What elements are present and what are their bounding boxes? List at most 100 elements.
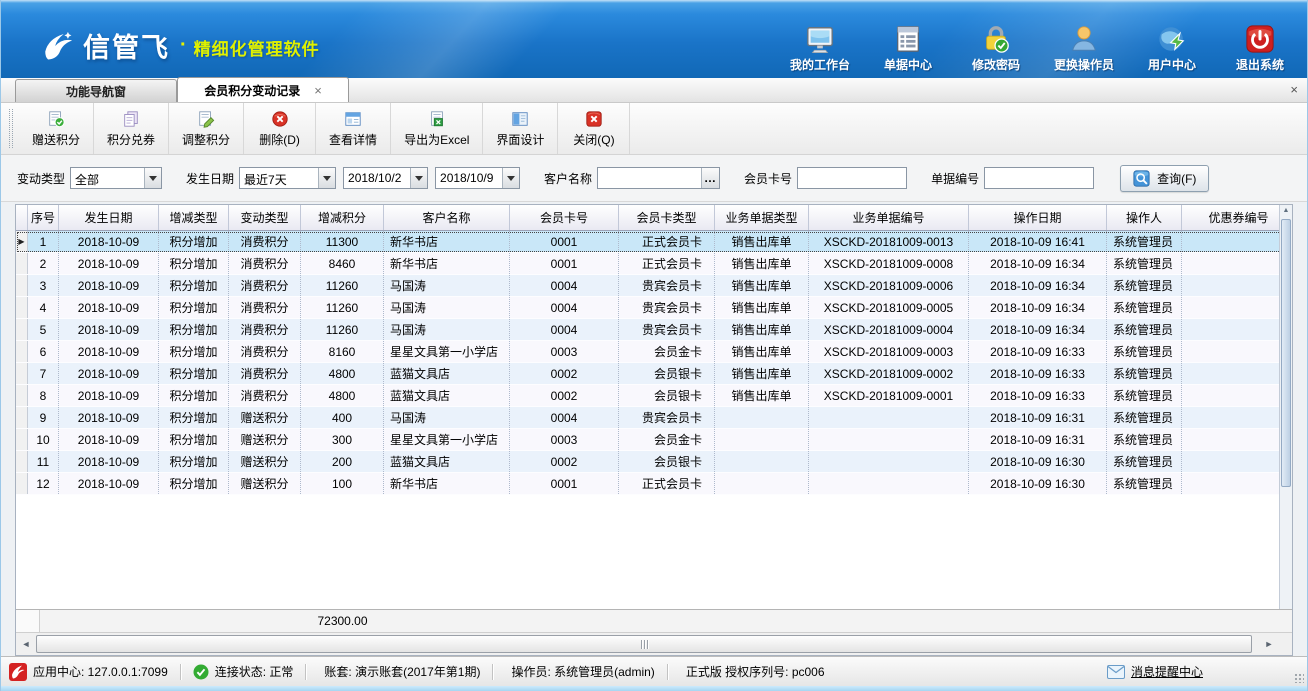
- change-type-select[interactable]: 全部: [70, 167, 162, 189]
- col-header-doc_type[interactable]: 业务单据类型: [715, 205, 809, 230]
- tab-close-icon[interactable]: ×: [314, 83, 322, 98]
- cell-customer: 蓝猫文具店: [384, 451, 510, 472]
- nav-my-workstation[interactable]: 我的工作台: [789, 24, 851, 73]
- horizontal-scroll-thumb[interactable]: [36, 635, 1252, 653]
- tab-member-points-record[interactable]: 会员积分变动记录 ×: [177, 77, 349, 102]
- resize-grip[interactable]: [1294, 673, 1304, 683]
- cell-change_type: 赠送积分: [229, 451, 301, 472]
- col-header-op_date[interactable]: 操作日期: [969, 205, 1107, 230]
- adjust-points-icon: [197, 110, 215, 128]
- table-row[interactable]: 22018-10-09积分增加消费积分8460新华书店0001正式会员卡销售出库…: [16, 253, 1292, 275]
- scroll-right-icon[interactable]: ►: [1260, 635, 1278, 653]
- table-row[interactable]: ▶12018-10-09积分增加消费积分11300新华书店0001正式会员卡销售…: [16, 231, 1292, 253]
- nav-exit-system[interactable]: 退出系统: [1229, 24, 1291, 73]
- toolbar-grip[interactable]: [9, 109, 13, 148]
- table-row[interactable]: 122018-10-09积分增加赠送积分100新华书店0001正式会员卡2018…: [16, 473, 1292, 495]
- row-indicator: [16, 297, 28, 318]
- col-header-operator[interactable]: 操作人: [1107, 205, 1182, 230]
- toolbar-close-button[interactable]: 关闭(Q): [558, 103, 630, 154]
- col-header-doc_no[interactable]: 业务单据编号: [809, 205, 969, 230]
- toolbar-adjust-points-button[interactable]: 调整积分: [169, 103, 244, 154]
- table-row[interactable]: 42018-10-09积分增加消费积分11260马国涛0004贵宾会员卡销售出库…: [16, 297, 1292, 319]
- horizontal-scrollbar[interactable]: ◄ ►: [16, 633, 1292, 655]
- tabstrip-close-icon[interactable]: ×: [1290, 82, 1298, 97]
- cell-doc_no: XSCKD-20181009-0004: [809, 319, 969, 340]
- chevron-down-icon[interactable]: [318, 168, 335, 188]
- doc-no-field[interactable]: [985, 168, 1093, 188]
- date-range-select[interactable]: 最近7天: [239, 167, 336, 189]
- table-row[interactable]: 62018-10-09积分增加消费积分8160星星文具第一小学店0003会员金卡…: [16, 341, 1292, 363]
- vertical-scroll-thumb[interactable]: [1281, 219, 1291, 487]
- table-row[interactable]: 92018-10-09积分增加赠送积分400马国涛0004贵宾会员卡2018-1…: [16, 407, 1292, 429]
- chevron-down-icon[interactable]: [144, 168, 161, 188]
- cell-customer: 马国涛: [384, 407, 510, 428]
- col-header-customer[interactable]: 客户名称: [384, 205, 510, 230]
- toolbar-ui-design-button[interactable]: 界面设计: [483, 103, 558, 154]
- monitor-icon: [805, 24, 835, 54]
- table-row[interactable]: 32018-10-09积分增加消费积分11260马国涛0004贵宾会员卡销售出库…: [16, 275, 1292, 297]
- nav-label: 更换操作员: [1054, 56, 1114, 73]
- table-row[interactable]: 82018-10-09积分增加消费积分4800蓝猫文具店0002会员银卡销售出库…: [16, 385, 1292, 407]
- card-no-field[interactable]: [798, 168, 906, 188]
- cell-op_date: 2018-10-09 16:41: [969, 231, 1107, 252]
- date-from-select[interactable]: 2018/10/2: [343, 167, 428, 189]
- status-bar: 应用中心: 127.0.0.1:7099 连接状态: 正常 账套: 演示账套(2…: [1, 656, 1307, 686]
- cell-points: 100: [301, 473, 384, 494]
- cell-operator: 系统管理员: [1107, 363, 1182, 384]
- chevron-down-icon[interactable]: [502, 168, 519, 188]
- toolbar-gift-points-button[interactable]: 赠送积分: [19, 103, 94, 154]
- date-to-select[interactable]: 2018/10/9: [435, 167, 520, 189]
- cell-doc_type: 销售出库单: [715, 275, 809, 296]
- cell-op_date: 2018-10-09 16:30: [969, 473, 1107, 494]
- toolbar-delete-button[interactable]: 删除(D): [244, 103, 316, 154]
- cell-operator: 系统管理员: [1107, 341, 1182, 362]
- table-row[interactable]: 72018-10-09积分增加消费积分4800蓝猫文具店0002会员银卡销售出库…: [16, 363, 1292, 385]
- cell-change_type: 赠送积分: [229, 407, 301, 428]
- scroll-up-icon[interactable]: ▲: [1280, 207, 1292, 214]
- table-row[interactable]: 52018-10-09积分增加消费积分11260马国涛0004贵宾会员卡销售出库…: [16, 319, 1292, 341]
- query-button[interactable]: 查询(F): [1120, 165, 1209, 192]
- card-no-input[interactable]: [797, 167, 907, 189]
- col-header-coupon_no[interactable]: 优惠券编号: [1182, 205, 1293, 230]
- nav-change-password[interactable]: 修改密码: [965, 24, 1027, 73]
- toolbar-export-excel-button[interactable]: 导出为Excel: [391, 103, 483, 154]
- row-indicator: [16, 363, 28, 384]
- nav-document-center[interactable]: 单据中心: [877, 24, 939, 73]
- col-header-card_no[interactable]: 会员卡号: [510, 205, 619, 230]
- cell-card_no: 0003: [510, 341, 619, 362]
- cell-doc_no: [809, 407, 969, 428]
- table-row[interactable]: 112018-10-09积分增加赠送积分200蓝猫文具店0002会员银卡2018…: [16, 451, 1292, 473]
- cell-date: 2018-10-09: [59, 297, 159, 318]
- col-header-points[interactable]: 增减积分: [301, 205, 384, 230]
- chevron-down-icon[interactable]: [410, 168, 427, 188]
- table-row[interactable]: 102018-10-09积分增加赠送积分300星星文具第一小学店0003会员金卡…: [16, 429, 1292, 451]
- message-center-link[interactable]: 消息提醒中心: [1107, 663, 1203, 680]
- cell-operator: 系统管理员: [1107, 429, 1182, 450]
- vertical-scrollbar[interactable]: ▲: [1279, 205, 1292, 609]
- doc-no-input[interactable]: [984, 167, 1094, 189]
- toolbar-view-details-button[interactable]: 查看详情: [316, 103, 391, 154]
- cell-coupon_no: [1182, 385, 1293, 406]
- customer-lookup-button[interactable]: …: [701, 168, 719, 188]
- points-total: 72300.00: [301, 614, 384, 628]
- col-header-change_type[interactable]: 变动类型: [229, 205, 301, 230]
- col-header-seq[interactable]: 序号: [28, 205, 59, 230]
- col-header-card_type[interactable]: 会员卡类型: [619, 205, 715, 230]
- cell-op_date: 2018-10-09 16:34: [969, 297, 1107, 318]
- tab-function-nav[interactable]: 功能导航窗: [15, 79, 177, 102]
- nav-switch-operator[interactable]: 更换操作员: [1053, 24, 1115, 73]
- cell-coupon_no: [1182, 473, 1293, 494]
- cell-points: 4800: [301, 363, 384, 384]
- scroll-left-icon[interactable]: ◄: [17, 635, 35, 653]
- cell-coupon_no: [1182, 253, 1293, 274]
- col-header-date[interactable]: 发生日期: [59, 205, 159, 230]
- cell-change_type: 赠送积分: [229, 473, 301, 494]
- customer-name-input[interactable]: …: [597, 167, 720, 189]
- col-header-add_type[interactable]: 增减类型: [159, 205, 229, 230]
- cell-customer: 蓝猫文具店: [384, 363, 510, 384]
- cell-op_date: 2018-10-09 16:30: [969, 451, 1107, 472]
- summary-indicator-cell: [16, 610, 40, 632]
- customer-name-field[interactable]: [598, 168, 701, 188]
- nav-user-center[interactable]: 用户中心: [1141, 24, 1203, 73]
- toolbar-points-coupon-button[interactable]: 积分兑券: [94, 103, 169, 154]
